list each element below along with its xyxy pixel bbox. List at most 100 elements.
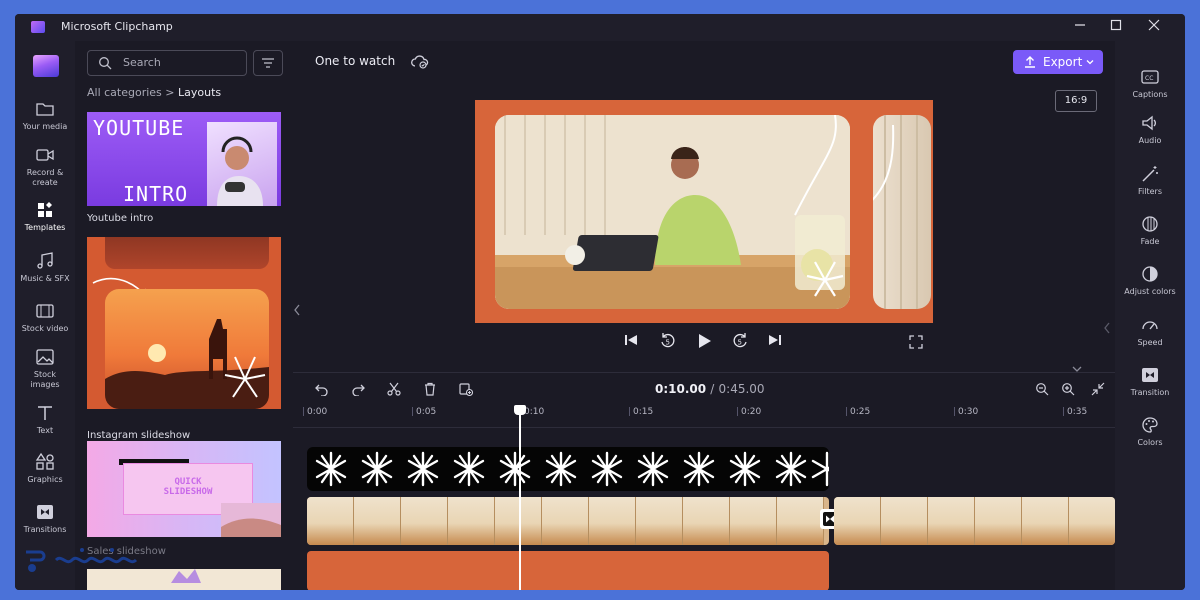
palette-icon [1142, 417, 1158, 433]
camera-icon [36, 149, 54, 161]
nav-stock-images[interactable]: Stock images [15, 347, 75, 390]
aspect-ratio-button[interactable]: 16:9 [1055, 90, 1097, 112]
ruler-tick: 0:30 [953, 407, 979, 417]
playhead-handle[interactable] [514, 405, 526, 415]
preview-scene [873, 115, 931, 309]
timeline-ruler[interactable]: 0:00 0:05 0:10 0:15 0:20 0:25 0:30 0:35 [293, 407, 1115, 428]
magic-wand-icon [1142, 166, 1158, 182]
collapse-panel-toggle[interactable] [293, 304, 301, 319]
watermark-logo [26, 548, 138, 572]
add-media-icon[interactable] [459, 382, 473, 396]
close-icon [1148, 19, 1160, 31]
project-name[interactable]: One to watch [315, 54, 395, 68]
nav-templates[interactable]: Templates [15, 200, 75, 233]
nav-label: Templates [24, 223, 66, 232]
trash-icon[interactable] [423, 382, 437, 396]
app-window: Microsoft Clipchamp Your media Record & … [15, 14, 1185, 590]
skip-forward-button[interactable] [767, 332, 791, 352]
zoom-in-icon[interactable] [1061, 382, 1075, 396]
svg-text:5: 5 [666, 339, 670, 347]
skip-next-icon [769, 335, 781, 345]
video-clip[interactable] [834, 497, 1115, 545]
forward-5s-button[interactable]: 5 [731, 332, 755, 352]
image-icon [36, 349, 54, 365]
shapes-icon [35, 452, 54, 470]
playhead[interactable] [519, 407, 521, 590]
play-icon [699, 334, 711, 348]
background-clip[interactable] [307, 551, 829, 590]
rail-fade[interactable]: Fade [1115, 214, 1185, 247]
search-icon [99, 57, 112, 70]
svg-text:CC: CC [1145, 75, 1153, 82]
ruler-tick: 0:35 [1062, 407, 1088, 417]
search-placeholder: Search [123, 56, 161, 69]
undo-icon[interactable] [315, 382, 329, 396]
video-preview[interactable] [475, 100, 933, 323]
play-button[interactable] [695, 332, 719, 352]
close-button[interactable] [1139, 17, 1169, 37]
window-title: Microsoft Clipchamp [61, 20, 173, 33]
minimize-button[interactable] [1065, 17, 1095, 37]
template-thumb-sales-slideshow[interactable]: QUICK SLIDESHOW [87, 441, 281, 537]
redo-icon[interactable] [351, 382, 365, 396]
rail-audio[interactable]: Audio [1115, 113, 1185, 146]
nav-label: Graphics [27, 475, 63, 484]
rail-adjust-colors[interactable]: Adjust colors [1115, 264, 1185, 297]
fullscreen-icon[interactable] [909, 335, 923, 349]
text-icon [38, 406, 52, 420]
thumb-graphic [171, 569, 201, 583]
maximize-button[interactable] [1101, 17, 1131, 37]
app-logo-icon [31, 21, 45, 33]
filter-button[interactable] [253, 50, 283, 76]
rail-colors[interactable]: Colors [1115, 415, 1185, 448]
film-icon [36, 304, 54, 318]
rewind-5s-button[interactable]: 5 [659, 332, 683, 352]
nav-transitions[interactable]: Transitions [15, 502, 75, 535]
rail-speed[interactable]: Speed [1115, 315, 1185, 348]
rail-captions[interactable]: CC Captions [1115, 67, 1185, 100]
svg-text:5: 5 [738, 339, 742, 347]
nav-label: Stock images [30, 370, 60, 389]
zoom-out-icon[interactable] [1035, 382, 1049, 396]
chevron-left-icon[interactable] [1103, 322, 1111, 334]
nav-your-media[interactable]: Your media [15, 99, 75, 132]
template-thumb-instagram-slideshow[interactable] [87, 237, 281, 409]
rail-label: Adjust colors [1124, 287, 1176, 296]
nav-stock-video[interactable]: Stock video [15, 301, 75, 334]
ruler-tick: 0:05 [411, 407, 437, 417]
sticker-track-clip[interactable] [307, 447, 829, 491]
forward-5-icon: 5 [733, 333, 747, 348]
nav-music-sfx[interactable]: Music & SFX [15, 251, 75, 284]
folder-icon [36, 103, 54, 116]
video-clip[interactable] [307, 497, 829, 545]
nav-graphics[interactable]: Graphics [15, 452, 75, 485]
template-thumb-youtube-intro[interactable]: YOUTUBE INTRO [87, 112, 281, 206]
rail-label: Audio [1138, 136, 1162, 145]
left-nav: Your media Record & create Templates Mus… [15, 41, 75, 590]
ruler-tick: 0:15 [628, 407, 654, 417]
rail-filters[interactable]: Filters [1115, 164, 1185, 197]
breadcrumb-separator: > [165, 86, 175, 99]
skip-back-button[interactable] [623, 332, 647, 352]
thumb-text: YOUTUBE [93, 116, 185, 140]
preview-scene [495, 115, 850, 309]
nav-text[interactable]: Text [15, 403, 75, 436]
nav-record-create[interactable]: Record & create [15, 145, 75, 188]
speedometer-icon [1142, 321, 1158, 330]
ruler-tick: 0:25 [845, 407, 871, 417]
chevron-down-icon [1086, 60, 1094, 65]
breadcrumb-all-categories[interactable]: All categories [87, 86, 162, 99]
rail-transition[interactable]: Transition [1115, 365, 1185, 398]
fit-timeline-icon[interactable] [1091, 382, 1105, 396]
rail-label: Fade [1140, 237, 1160, 246]
thumb-text: SLIDESHOW [163, 487, 213, 497]
breadcrumb-current: Layouts [178, 86, 222, 99]
cloud-sync-icon[interactable] [411, 54, 429, 70]
template-title: Instagram slideshow [87, 430, 191, 441]
search-input[interactable]: Search [87, 50, 247, 76]
thumb-photo [105, 237, 269, 269]
nav-label: Music & SFX [20, 274, 70, 283]
export-button[interactable]: Export [1013, 50, 1103, 74]
scissors-icon[interactable] [387, 382, 401, 396]
transition-icon [37, 505, 53, 519]
